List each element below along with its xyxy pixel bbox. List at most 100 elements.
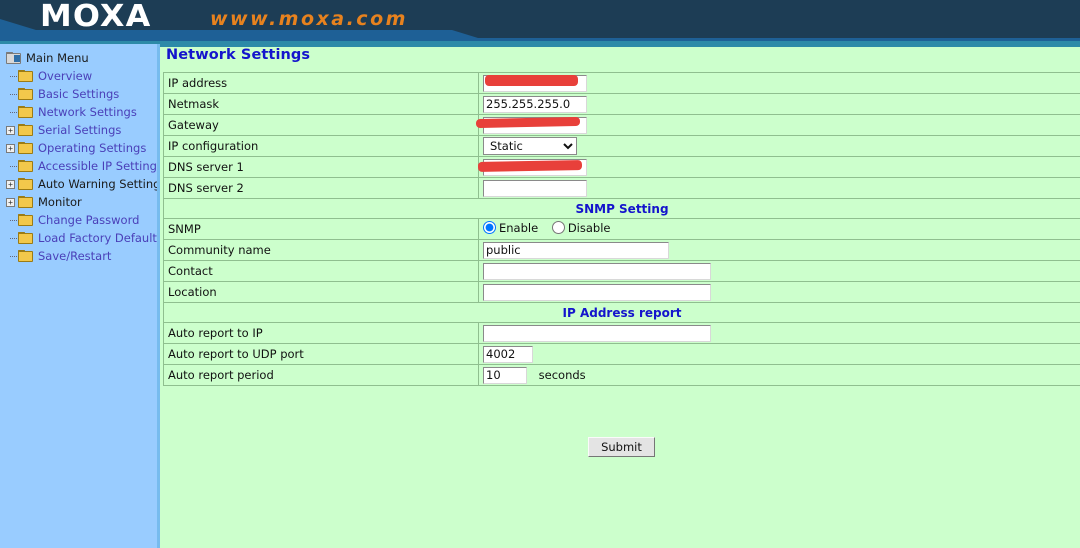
tree-connector-line [10, 93, 17, 95]
section-title-snmp: SNMP Setting [163, 198, 1080, 219]
expand-icon[interactable]: + [6, 197, 15, 207]
gateway-input[interactable] [483, 116, 587, 134]
tree-connector-line [10, 237, 17, 239]
tree-connector-line [10, 75, 17, 77]
contact-input[interactable] [483, 262, 711, 280]
label-location: Location [163, 281, 479, 303]
location-input[interactable] [483, 283, 711, 301]
folder-icon [18, 214, 33, 226]
folder-icon [18, 70, 33, 82]
cell-ip-configuration: Static [478, 135, 1080, 157]
label-auto-report-period: Auto report period [163, 364, 479, 386]
cell-auto-report-udp-port [478, 343, 1080, 365]
sidebar-nav: Main Menu Overview Basic Settings Networ… [0, 44, 157, 548]
label-auto-report-udp-port: Auto report to UDP port [163, 343, 479, 365]
sidebar-item-monitor[interactable]: + Monitor [0, 193, 157, 211]
sidebar-item-label: Save/Restart [38, 249, 112, 263]
sidebar-item-serial-settings[interactable]: + Serial Settings [0, 121, 157, 139]
sidebar-item-label: Load Factory Default [38, 231, 157, 245]
site-url-text: www.moxa.com [210, 8, 408, 30]
folder-icon [18, 178, 33, 190]
sidebar-item-label: Change Password [38, 213, 140, 227]
label-auto-report-to-ip: Auto report to IP [163, 322, 479, 344]
table-row-netmask: Netmask [163, 93, 1080, 115]
sidebar-item-label: Network Settings [38, 105, 137, 119]
table-row-contact: Contact [163, 260, 1080, 282]
sidebar-item-label: Auto Warning Settings [38, 177, 157, 191]
expand-icon[interactable]: + [6, 179, 15, 189]
cell-ip-address [478, 72, 1080, 94]
snmp-enable-label[interactable]: Enable [499, 221, 538, 235]
table-row-dns-server-1: DNS server 1 [163, 156, 1080, 178]
table-row-snmp: SNMP Enable Disable [163, 218, 1080, 240]
expand-icon[interactable]: + [6, 125, 15, 135]
sidebar-item-load-factory-default[interactable]: Load Factory Default [0, 229, 157, 247]
cell-community-name [478, 239, 1080, 261]
snmp-disable-radio[interactable] [551, 221, 565, 235]
sidebar-item-label: Operating Settings [38, 141, 147, 155]
sidebar-item-basic-settings[interactable]: Basic Settings [0, 85, 157, 103]
auto-report-period-unit: seconds [538, 367, 586, 382]
snmp-enable-option[interactable]: Enable [483, 221, 538, 235]
sidebar-item-operating-settings[interactable]: + Operating Settings [0, 139, 157, 157]
expand-icon[interactable]: + [6, 143, 15, 153]
moxa-logo: MOXA [40, 0, 152, 34]
tree-connector-line [10, 255, 17, 257]
sidebar-root-label: Main Menu [26, 51, 89, 65]
label-dns-server-2: DNS server 2 [163, 177, 479, 199]
table-row-auto-report-period: Auto report period seconds [163, 364, 1080, 386]
network-settings-form: IP address Netmask Gateway [163, 72, 1080, 386]
cell-snmp-radio-group: Enable Disable [478, 218, 1080, 240]
folder-icon [18, 160, 33, 172]
dns-server-2-input[interactable] [483, 179, 587, 197]
label-dns-server-1: DNS server 1 [163, 156, 479, 178]
sidebar-item-change-password[interactable]: Change Password [0, 211, 157, 229]
sidebar-root-main-menu[interactable]: Main Menu [0, 49, 157, 67]
ip-address-input[interactable] [483, 74, 587, 92]
snmp-enable-radio[interactable] [483, 221, 496, 235]
header-navy-band [0, 0, 1080, 38]
label-contact: Contact [163, 260, 479, 282]
sidebar-item-save-restart[interactable]: Save/Restart [0, 247, 157, 265]
sidebar-item-network-settings[interactable]: Network Settings [0, 103, 157, 121]
table-row-community-name: Community name [163, 239, 1080, 261]
tree-connector-line [10, 111, 17, 113]
label-snmp: SNMP [163, 218, 479, 240]
sidebar-item-label: Monitor [38, 195, 82, 209]
tree-connector-line [10, 165, 17, 167]
community-name-input[interactable] [483, 241, 669, 259]
dns-server-1-input[interactable] [483, 158, 587, 176]
auto-report-udp-port-input[interactable] [483, 345, 533, 363]
table-row-gateway: Gateway [163, 114, 1080, 136]
main-content: Network Settings IP address Netmask Gat [157, 44, 1080, 548]
auto-report-period-input[interactable] [483, 366, 527, 384]
sidebar-item-auto-warning-settings[interactable]: + Auto Warning Settings [0, 175, 157, 193]
snmp-disable-label[interactable]: Disable [568, 221, 611, 235]
cell-dns-server-1 [478, 156, 1080, 178]
table-row-location: Location [163, 281, 1080, 303]
sidebar-item-label: Accessible IP Settings [38, 159, 157, 173]
cell-gateway [478, 114, 1080, 136]
folder-icon [18, 250, 33, 262]
moxa-web-console: MOXA www.moxa.com Main Menu Overview Bas… [0, 0, 1080, 548]
folder-icon [18, 142, 33, 154]
folder-icon [18, 88, 33, 100]
sidebar-item-accessible-ip-settings[interactable]: Accessible IP Settings [0, 157, 157, 175]
submit-button[interactable]: Submit [588, 437, 655, 457]
table-row-ip-address: IP address [163, 72, 1080, 94]
sidebar-item-label: Serial Settings [38, 123, 122, 137]
cell-location [478, 281, 1080, 303]
table-row-dns-server-2: DNS server 2 [163, 177, 1080, 199]
auto-report-to-ip-input[interactable] [483, 324, 711, 342]
section-title-ip-address-report: IP Address report [163, 302, 1080, 323]
sidebar-item-label: Basic Settings [38, 87, 120, 101]
label-community-name: Community name [163, 239, 479, 261]
cell-contact [478, 260, 1080, 282]
netmask-input[interactable] [483, 95, 587, 113]
snmp-disable-option[interactable]: Disable [551, 221, 611, 235]
folder-icon [18, 232, 33, 244]
sidebar-item-overview[interactable]: Overview [0, 67, 157, 85]
section-header-snmp: SNMP Setting [163, 198, 1080, 219]
ip-configuration-select[interactable]: Static [483, 137, 577, 155]
table-row-auto-report-to-ip: Auto report to IP [163, 322, 1080, 344]
